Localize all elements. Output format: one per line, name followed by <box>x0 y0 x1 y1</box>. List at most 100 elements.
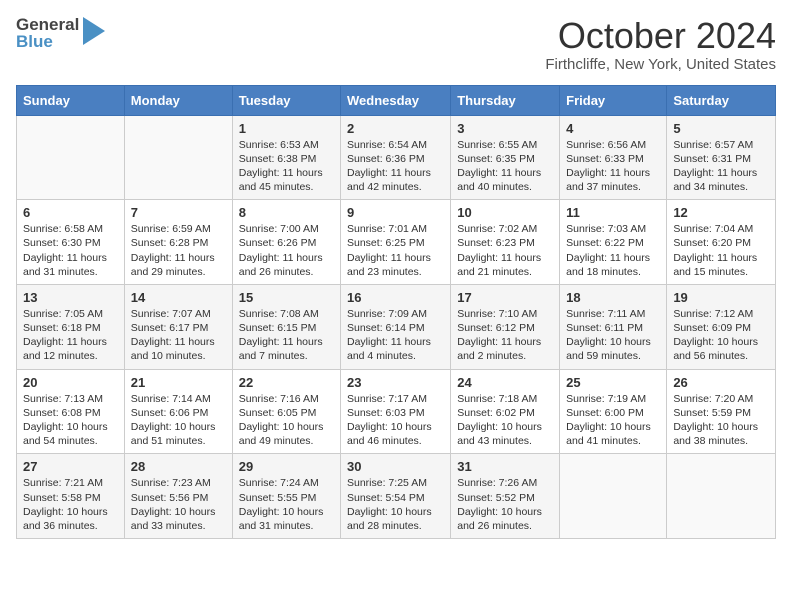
calendar-cell: 18 Sunrise: 7:11 AM Sunset: 6:11 PM Dayli… <box>560 284 667 369</box>
day-number: 2 <box>347 121 444 136</box>
day-number: 20 <box>23 375 118 390</box>
calendar-cell: 23Sunrise: 7:17 AM Sunset: 6:03 PM Dayli… <box>341 369 451 454</box>
calendar-cell: 5Sunrise: 6:57 AM Sunset: 6:31 PM Daylig… <box>667 115 776 200</box>
calendar-cell: 19Sunrise: 7:12 AM Sunset: 6:09 PM Dayli… <box>667 284 776 369</box>
day-of-week-header: Saturday <box>667 85 776 115</box>
calendar-body: 1 Sunrise: 6:53 AM Sunset: 6:38 PM Daylig… <box>17 115 776 538</box>
cell-content: Sunrise: 6:55 AM Sunset: 6:35 PM Dayligh… <box>457 138 553 195</box>
calendar-week-row: 27 Sunrise: 7:21 AM Sunset: 5:58 PM Dayli… <box>17 454 776 539</box>
day-number: 8 <box>239 205 334 220</box>
cell-content: Sunrise: 6:57 AM Sunset: 6:31 PM Dayligh… <box>673 138 769 195</box>
day-number: 9 <box>347 205 444 220</box>
day-number: 4 <box>566 121 660 136</box>
calendar-cell: 29 Sunrise: 7:24 AM Sunset: 5:55 PM Dayli… <box>232 454 340 539</box>
calendar-cell: 25Sunrise: 7:19 AM Sunset: 6:00 PM Dayli… <box>560 369 667 454</box>
cell-content: Sunrise: 7:12 AM Sunset: 6:09 PM Dayligh… <box>673 307 769 364</box>
calendar-cell: 30 Sunrise: 7:25 AM Sunset: 5:54 PM Dayli… <box>341 454 451 539</box>
cell-content: Sunrise: 7:04 AM Sunset: 6:20 PM Dayligh… <box>673 222 769 279</box>
cell-content: Sunrise: 7:11 AM Sunset: 6:11 PM Dayligh… <box>566 307 660 364</box>
cell-content: Sunrise: 7:01 AM Sunset: 6:25 PM Dayligh… <box>347 222 444 279</box>
day-number: 22 <box>239 375 334 390</box>
calendar-cell: 4 Sunrise: 6:56 AM Sunset: 6:33 PM Daylig… <box>560 115 667 200</box>
logo-general: General <box>16 16 79 33</box>
day-of-week-header: Sunday <box>17 85 125 115</box>
day-number: 31 <box>457 459 553 474</box>
calendar-cell <box>667 454 776 539</box>
month-title: October 2024 <box>545 16 776 56</box>
day-number: 25 <box>566 375 660 390</box>
calendar-cell: 14Sunrise: 7:07 AM Sunset: 6:17 PM Dayli… <box>124 284 232 369</box>
cell-content: Sunrise: 7:05 AM Sunset: 6:18 PM Dayligh… <box>23 307 118 364</box>
day-number: 6 <box>23 205 118 220</box>
day-number: 10 <box>457 205 553 220</box>
cell-content: Sunrise: 7:16 AM Sunset: 6:05 PM Dayligh… <box>239 392 334 449</box>
cell-content: Sunrise: 7:24 AM Sunset: 5:55 PM Dayligh… <box>239 476 334 533</box>
calendar-week-row: 6 Sunrise: 6:58 AM Sunset: 6:30 PM Daylig… <box>17 200 776 285</box>
day-number: 16 <box>347 290 444 305</box>
cell-content: Sunrise: 7:18 AM Sunset: 6:02 PM Dayligh… <box>457 392 553 449</box>
day-number: 13 <box>23 290 118 305</box>
day-number: 18 <box>566 290 660 305</box>
day-number: 21 <box>131 375 226 390</box>
title-area: October 2024 Firthcliffe, New York, Unit… <box>545 16 776 73</box>
day-number: 14 <box>131 290 226 305</box>
day-of-week-header: Friday <box>560 85 667 115</box>
calendar-week-row: 1 Sunrise: 6:53 AM Sunset: 6:38 PM Daylig… <box>17 115 776 200</box>
calendar-cell: 8 Sunrise: 7:00 AM Sunset: 6:26 PM Daylig… <box>232 200 340 285</box>
day-number: 27 <box>23 459 118 474</box>
cell-content: Sunrise: 7:08 AM Sunset: 6:15 PM Dayligh… <box>239 307 334 364</box>
cell-content: Sunrise: 7:20 AM Sunset: 5:59 PM Dayligh… <box>673 392 769 449</box>
cell-content: Sunrise: 6:56 AM Sunset: 6:33 PM Dayligh… <box>566 138 660 195</box>
calendar-cell: 24 Sunrise: 7:18 AM Sunset: 6:02 PM Dayli… <box>451 369 560 454</box>
cell-content: Sunrise: 7:23 AM Sunset: 5:56 PM Dayligh… <box>131 476 226 533</box>
cell-content: Sunrise: 7:21 AM Sunset: 5:58 PM Dayligh… <box>23 476 118 533</box>
cell-content: Sunrise: 7:00 AM Sunset: 6:26 PM Dayligh… <box>239 222 334 279</box>
calendar-cell: 20 Sunrise: 7:13 AM Sunset: 6:08 PM Dayli… <box>17 369 125 454</box>
cell-content: Sunrise: 7:09 AM Sunset: 6:14 PM Dayligh… <box>347 307 444 364</box>
day-number: 24 <box>457 375 553 390</box>
calendar-header-row: SundayMondayTuesdayWednesdayThursdayFrid… <box>17 85 776 115</box>
page-header: General Blue October 2024 Firthcliffe, N… <box>16 16 776 73</box>
logo-blue: Blue <box>16 33 79 50</box>
day-number: 1 <box>239 121 334 136</box>
day-number: 30 <box>347 459 444 474</box>
calendar-cell: 16 Sunrise: 7:09 AM Sunset: 6:14 PM Dayli… <box>341 284 451 369</box>
cell-content: Sunrise: 6:53 AM Sunset: 6:38 PM Dayligh… <box>239 138 334 195</box>
day-of-week-header: Wednesday <box>341 85 451 115</box>
day-number: 7 <box>131 205 226 220</box>
cell-content: Sunrise: 7:25 AM Sunset: 5:54 PM Dayligh… <box>347 476 444 533</box>
cell-content: Sunrise: 7:26 AM Sunset: 5:52 PM Dayligh… <box>457 476 553 533</box>
day-number: 12 <box>673 205 769 220</box>
logo-icon <box>83 17 105 45</box>
calendar-cell: 21 Sunrise: 7:14 AM Sunset: 6:06 PM Dayli… <box>124 369 232 454</box>
calendar-cell: 11Sunrise: 7:03 AM Sunset: 6:22 PM Dayli… <box>560 200 667 285</box>
calendar-cell: 10 Sunrise: 7:02 AM Sunset: 6:23 PM Dayli… <box>451 200 560 285</box>
calendar-cell: 7 Sunrise: 6:59 AM Sunset: 6:28 PM Daylig… <box>124 200 232 285</box>
cell-content: Sunrise: 7:13 AM Sunset: 6:08 PM Dayligh… <box>23 392 118 449</box>
calendar-cell <box>560 454 667 539</box>
cell-content: Sunrise: 7:03 AM Sunset: 6:22 PM Dayligh… <box>566 222 660 279</box>
calendar-cell: 22 Sunrise: 7:16 AM Sunset: 6:05 PM Dayli… <box>232 369 340 454</box>
day-number: 29 <box>239 459 334 474</box>
calendar-table: SundayMondayTuesdayWednesdayThursdayFrid… <box>16 85 776 539</box>
day-number: 28 <box>131 459 226 474</box>
calendar-cell: 27 Sunrise: 7:21 AM Sunset: 5:58 PM Dayli… <box>17 454 125 539</box>
calendar-week-row: 13 Sunrise: 7:05 AM Sunset: 6:18 PM Dayli… <box>17 284 776 369</box>
calendar-cell: 1 Sunrise: 6:53 AM Sunset: 6:38 PM Daylig… <box>232 115 340 200</box>
calendar-cell: 2 Sunrise: 6:54 AM Sunset: 6:36 PM Daylig… <box>341 115 451 200</box>
cell-content: Sunrise: 6:59 AM Sunset: 6:28 PM Dayligh… <box>131 222 226 279</box>
calendar-cell: 26Sunrise: 7:20 AM Sunset: 5:59 PM Dayli… <box>667 369 776 454</box>
cell-content: Sunrise: 7:02 AM Sunset: 6:23 PM Dayligh… <box>457 222 553 279</box>
cell-content: Sunrise: 6:58 AM Sunset: 6:30 PM Dayligh… <box>23 222 118 279</box>
calendar-cell <box>124 115 232 200</box>
day-of-week-header: Monday <box>124 85 232 115</box>
day-of-week-header: Tuesday <box>232 85 340 115</box>
calendar-cell: 31 Sunrise: 7:26 AM Sunset: 5:52 PM Dayli… <box>451 454 560 539</box>
calendar-cell: 15 Sunrise: 7:08 AM Sunset: 6:15 PM Dayli… <box>232 284 340 369</box>
day-number: 15 <box>239 290 334 305</box>
calendar-week-row: 20 Sunrise: 7:13 AM Sunset: 6:08 PM Dayli… <box>17 369 776 454</box>
cell-content: Sunrise: 6:54 AM Sunset: 6:36 PM Dayligh… <box>347 138 444 195</box>
calendar-cell: 6 Sunrise: 6:58 AM Sunset: 6:30 PM Daylig… <box>17 200 125 285</box>
calendar-cell: 9 Sunrise: 7:01 AM Sunset: 6:25 PM Daylig… <box>341 200 451 285</box>
cell-content: Sunrise: 7:14 AM Sunset: 6:06 PM Dayligh… <box>131 392 226 449</box>
